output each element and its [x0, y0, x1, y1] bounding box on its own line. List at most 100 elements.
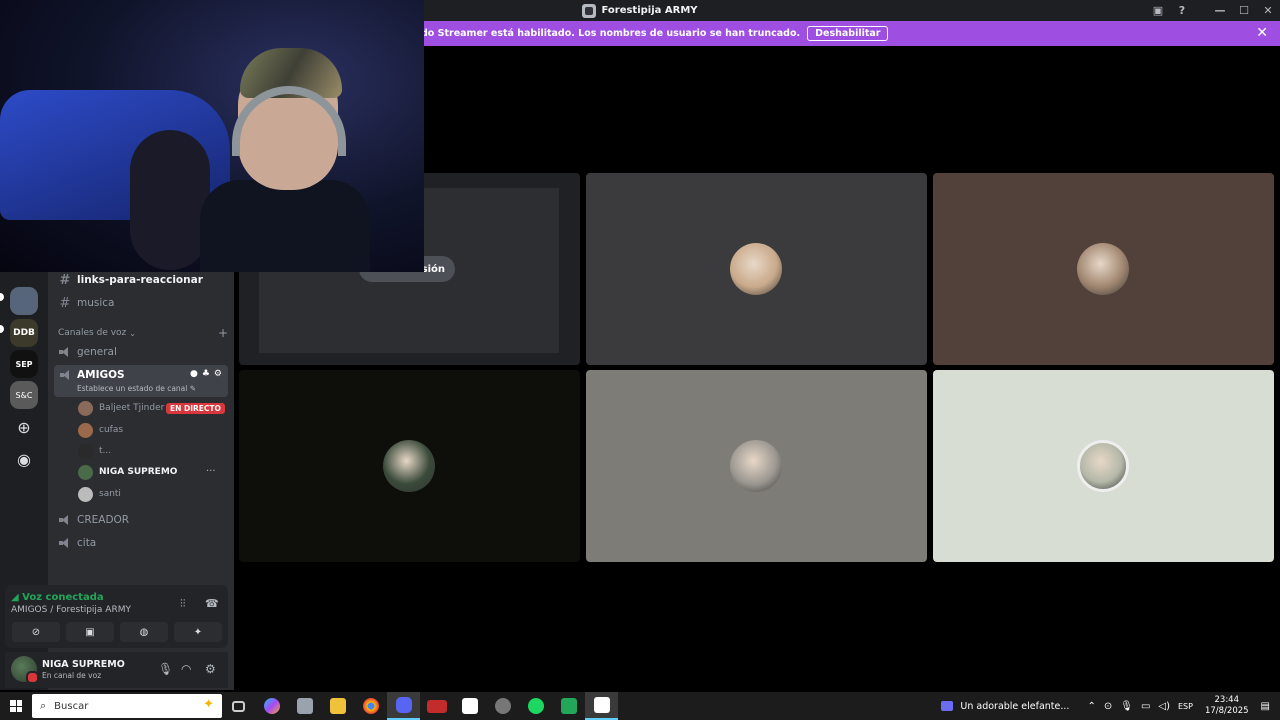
- avatar: [78, 422, 93, 438]
- app-icon: [426, 699, 447, 713]
- app-icon: [296, 698, 313, 714]
- server-icon[interactable]: SEP: [10, 350, 38, 378]
- notifications-icon[interactable]: ▤: [1261, 701, 1270, 712]
- chrome-icon: [362, 698, 379, 714]
- voice-channel-amigos[interactable]: AMIGOS Establece un estado de canal ✎ ● …: [54, 365, 228, 397]
- disconnect-icon[interactable]: ☎: [205, 597, 219, 610]
- search-icon: ⌕: [40, 699, 47, 712]
- screen-share-button[interactable]: ▣: [66, 622, 114, 642]
- clock[interactable]: 23:44 17/8/2025: [1205, 695, 1249, 717]
- taskbar-app-discord[interactable]: [387, 692, 420, 720]
- participant-tile[interactable]: [933, 173, 1274, 365]
- discord-icon: [395, 697, 412, 713]
- camera-off-icon: ⊘: [31, 626, 41, 638]
- chat-icon[interactable]: ●: [190, 369, 198, 379]
- avatar: [78, 400, 93, 416]
- unread-indicator: [0, 325, 4, 333]
- taskbar-app[interactable]: [585, 692, 618, 720]
- minimize-button[interactable]: —: [1208, 4, 1232, 17]
- participant-tile[interactable]: [586, 370, 927, 562]
- user-panel: NIGA SUPREMO En canal de voz 🎙 ◠ ⚙: [5, 652, 228, 688]
- participant-tile[interactable]: [586, 173, 927, 365]
- start-button[interactable]: [0, 692, 32, 720]
- discover-icon[interactable]: ◉: [10, 445, 38, 473]
- invite-icon[interactable]: ♣: [202, 369, 210, 379]
- taskbar-app[interactable]: [354, 692, 387, 720]
- voice-user[interactable]: t...: [78, 441, 111, 461]
- app-tray-icon[interactable]: ⊙: [1104, 701, 1112, 712]
- server-icon[interactable]: [10, 287, 38, 315]
- soundboard-button[interactable]: ✦: [174, 622, 222, 642]
- webcam-person: [200, 180, 370, 272]
- taskbar-search[interactable]: ⌕ Buscar ✦: [32, 694, 222, 718]
- user-name[interactable]: NIGA SUPREMO: [42, 659, 125, 670]
- system-tray: Un adorable elefante... ⌃ ⊙ 🎙 ▭ ◁) ESP 2…: [941, 692, 1280, 720]
- close-icon[interactable]: ✕: [1256, 25, 1268, 41]
- voice-user[interactable]: cufas: [78, 420, 123, 440]
- more-options-icon[interactable]: ···: [206, 466, 216, 477]
- participant-tile[interactable]: [933, 370, 1274, 562]
- maximize-button[interactable]: ☐: [1232, 4, 1256, 17]
- avatar: [78, 443, 93, 459]
- activity-button[interactable]: ◍: [120, 622, 168, 642]
- server-icon[interactable]: S&C: [10, 381, 38, 409]
- headphones-icon[interactable]: ◠: [181, 662, 191, 676]
- taskbar-app[interactable]: [552, 692, 585, 720]
- channel-musica[interactable]: # musica: [54, 292, 228, 314]
- microphone-icon[interactable]: 🎙: [1120, 701, 1133, 712]
- taskbar-app[interactable]: [453, 692, 486, 720]
- avatar: [1077, 243, 1129, 295]
- close-window-button[interactable]: ✕: [1256, 4, 1280, 17]
- task-view-button[interactable]: [222, 692, 255, 720]
- windows-taskbar: ⌕ Buscar ✦ Un adorable elefante... ⌃ ⊙ 🎙…: [0, 692, 1280, 720]
- hash-icon: #: [59, 272, 71, 288]
- language-indicator[interactable]: ESP: [1178, 702, 1193, 711]
- voice-channel-general[interactable]: general: [54, 341, 228, 363]
- taskbar-app[interactable]: [255, 692, 288, 720]
- speaker-icon: [60, 370, 72, 380]
- avatar[interactable]: [11, 656, 39, 684]
- help-icon[interactable]: ?: [1170, 4, 1194, 17]
- channel-status[interactable]: Establece un estado de canal ✎: [77, 384, 196, 393]
- screen-share-icon[interactable]: ▣: [1146, 4, 1170, 17]
- volume-icon[interactable]: ◁): [1158, 701, 1170, 712]
- network-icon[interactable]: ▭: [1141, 701, 1150, 712]
- voice-category[interactable]: Canales de voz ⌄ +: [58, 326, 228, 340]
- taskbar-app[interactable]: [486, 692, 519, 720]
- avatar: [730, 243, 782, 295]
- gear-icon[interactable]: ⚙: [205, 662, 216, 676]
- capcut-icon: [461, 698, 478, 714]
- add-channel-icon[interactable]: +: [218, 326, 228, 340]
- noise-suppression-icon[interactable]: ⫶⫶: [180, 597, 186, 611]
- media-widget[interactable]: Un adorable elefante...: [941, 701, 1069, 712]
- taskbar-app[interactable]: [321, 692, 354, 720]
- voice-channel-cita[interactable]: cita: [54, 532, 228, 554]
- capcut-icon: [593, 697, 610, 713]
- participant-tile[interactable]: [239, 370, 580, 562]
- spotify-icon: [527, 698, 544, 714]
- voice-channel-name[interactable]: AMIGOS / Forestipija ARMY: [11, 605, 131, 615]
- chevron-up-icon[interactable]: ⌃: [1087, 701, 1095, 712]
- app-icon: [560, 698, 577, 714]
- chevron-down-icon: ⌄: [129, 328, 136, 338]
- taskbar-app[interactable]: [288, 692, 321, 720]
- window-controls: ▣ ? — ☐ ✕: [1146, 0, 1280, 21]
- camera-toggle-button[interactable]: ⊘: [12, 622, 60, 642]
- discord-app: Forestipija ARMY ▣ ? — ☐ ✕ El modo Strea…: [0, 0, 1280, 692]
- disable-streamer-button[interactable]: Deshabilitar: [807, 26, 889, 41]
- avatar: [78, 486, 93, 502]
- voice-user[interactable]: santi: [78, 484, 121, 504]
- taskbar-app[interactable]: [420, 692, 453, 720]
- voice-channel-creador[interactable]: CREADOR: [54, 509, 228, 531]
- server-icon[interactable]: DDB: [10, 319, 38, 347]
- channel-actions: ● ♣ ⚙: [190, 369, 222, 379]
- hash-icon: #: [59, 295, 71, 311]
- gear-icon[interactable]: ⚙: [214, 369, 222, 379]
- add-server-icon[interactable]: ⊕: [10, 413, 38, 441]
- banner-text: El modo Streamer está habilitado. Los no…: [391, 28, 801, 39]
- voice-user[interactable]: Baljeet Tjinder: [78, 398, 164, 418]
- voice-status[interactable]: ◢ Voz conectada: [11, 592, 104, 603]
- microphone-icon[interactable]: 🎙: [158, 662, 173, 676]
- channel-links-para-reaccionar[interactable]: # links-para-reaccionar: [54, 269, 228, 291]
- taskbar-app[interactable]: [519, 692, 552, 720]
